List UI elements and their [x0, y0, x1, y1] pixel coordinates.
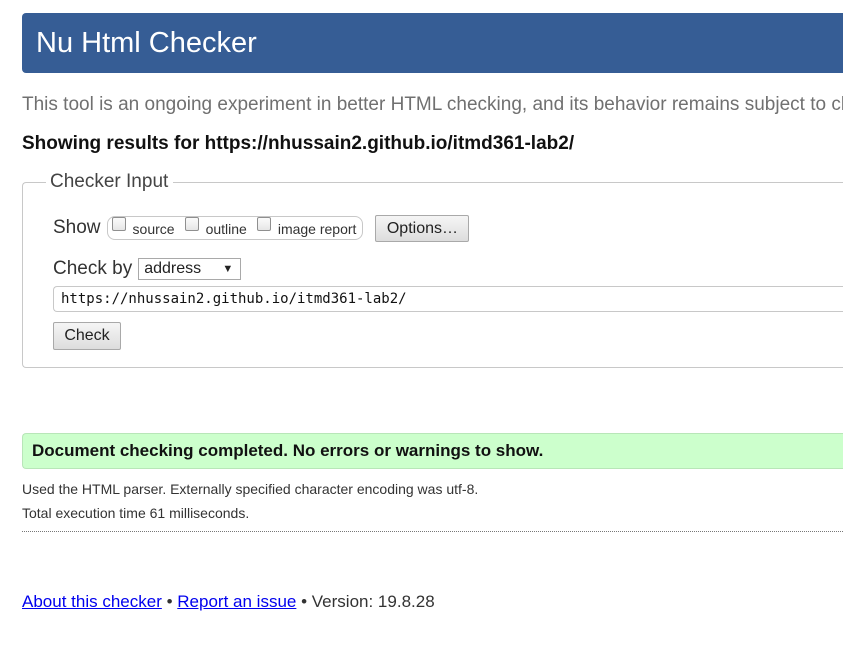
check-by-select[interactable]: address ▼	[138, 258, 242, 280]
show-image-report-option[interactable]: image report	[256, 217, 357, 237]
checker-input-fieldset: Checker Input Show source outline image …	[22, 171, 843, 368]
check-by-selected-value: address	[144, 260, 202, 277]
success-message: Document checking completed. No errors o…	[22, 433, 843, 469]
footer-separator: •	[166, 592, 173, 611]
image-report-checkbox[interactable]	[256, 217, 271, 231]
url-input[interactable]: https://nhussain2.github.io/itmd361-lab2…	[53, 286, 843, 312]
check-by-row: Check by address ▼	[53, 258, 242, 280]
source-label: source	[132, 221, 175, 237]
show-options-group: source outline image report	[106, 216, 364, 240]
report-issue-link[interactable]: Report an issue	[177, 592, 296, 611]
show-label: Show	[53, 217, 101, 238]
page-footer: About this checker • Report an issue • V…	[22, 592, 435, 612]
results-heading: Showing results for https://nhussain2.gi…	[22, 133, 575, 154]
page-header: Nu Html Checker	[22, 13, 843, 73]
check-by-label: Check by	[53, 258, 133, 279]
show-row: Show source outline image report Options…	[53, 213, 470, 243]
outline-label: outline	[205, 221, 247, 237]
image-report-label: image report	[277, 221, 357, 237]
show-source-option[interactable]: source	[111, 217, 175, 237]
page: Nu Html Checker This tool is an ongoing …	[0, 0, 843, 648]
page-title: Nu Html Checker	[36, 27, 257, 59]
execution-time: Total execution time 61 milliseconds.	[22, 505, 250, 521]
parser-info: Used the HTML parser. Externally specifi…	[22, 481, 479, 497]
about-checker-link[interactable]: About this checker	[22, 592, 162, 611]
intro-text: This tool is an ongoing experiment in be…	[22, 94, 843, 115]
check-details: Used the HTML parser. Externally specifi…	[22, 480, 843, 532]
footer-separator: •	[301, 592, 308, 611]
outline-checkbox[interactable]	[184, 217, 199, 231]
dropdown-arrow-icon: ▼	[222, 263, 234, 275]
version-text: Version: 19.8.28	[311, 592, 435, 611]
options-button[interactable]: Options…	[375, 214, 470, 242]
check-button[interactable]: Check	[53, 322, 121, 350]
show-outline-option[interactable]: outline	[184, 217, 247, 237]
source-checkbox[interactable]	[111, 217, 126, 231]
checker-input-legend: Checker Input	[46, 171, 174, 193]
